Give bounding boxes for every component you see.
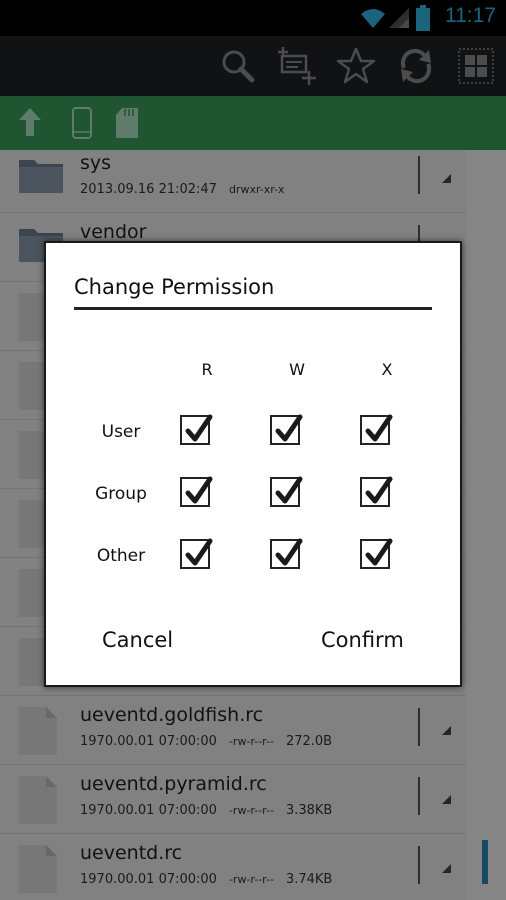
confirm-button[interactable]: Confirm: [321, 628, 404, 652]
change-permission-dialog: Change Permission R W X User Group Other…: [44, 241, 462, 687]
checkbox-group-r[interactable]: [180, 476, 213, 507]
checkbox-group-x[interactable]: [360, 476, 393, 507]
checkbox-user-w[interactable]: [270, 414, 303, 445]
checkbox-other-x[interactable]: [360, 538, 393, 569]
column-header-w: W: [289, 360, 305, 379]
row-label-other: Other: [96, 546, 146, 566]
checkbox-other-w[interactable]: [270, 538, 303, 569]
dialog-title-divider: [74, 307, 432, 310]
checkbox-user-r[interactable]: [180, 414, 213, 445]
row-label-user: User: [101, 422, 141, 442]
cancel-button[interactable]: Cancel: [102, 628, 173, 652]
checkbox-other-r[interactable]: [180, 538, 213, 569]
column-header-r: R: [201, 360, 213, 379]
row-label-group: Group: [95, 484, 147, 504]
dialog-title: Change Permission: [74, 275, 275, 299]
checkbox-user-x[interactable]: [360, 414, 393, 445]
column-header-x: X: [381, 360, 393, 379]
checkbox-group-w[interactable]: [270, 476, 303, 507]
